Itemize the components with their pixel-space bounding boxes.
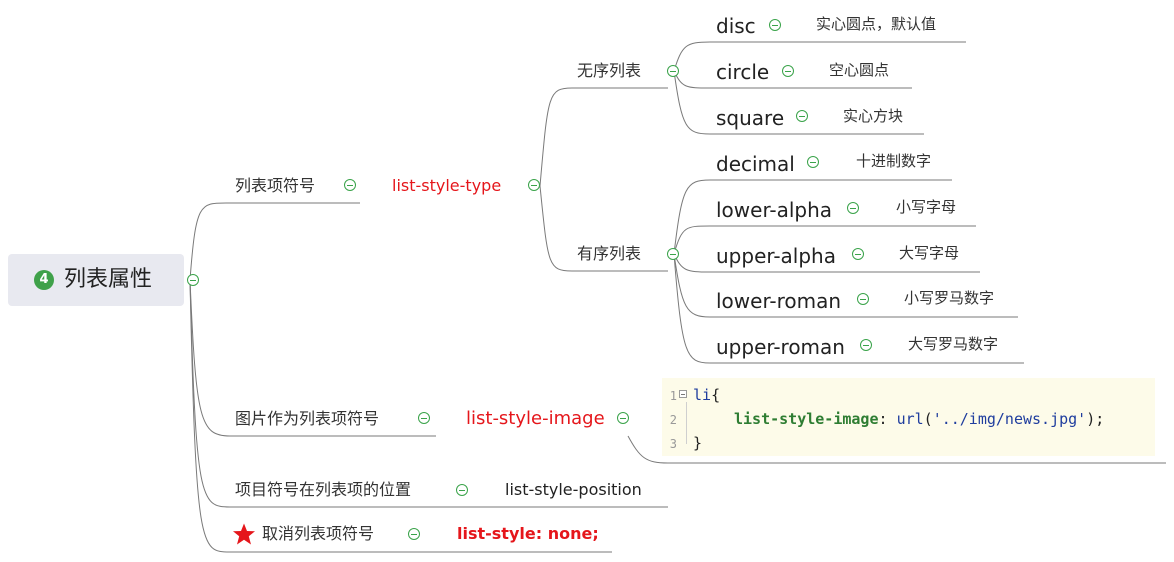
unordered-item-value: square [716, 106, 785, 130]
code-string: '../img/news.jpg' [932, 410, 1087, 428]
collapse-icon[interactable] [187, 274, 199, 286]
collapse-icon[interactable] [769, 19, 781, 31]
collapse-icon[interactable] [344, 179, 356, 191]
line-number: 3 [669, 437, 677, 451]
ordered-item-desc: 十进制数字 [856, 152, 932, 170]
code-paren-close: ); [1086, 410, 1105, 428]
collapse-icon[interactable] [852, 248, 864, 260]
ordered-item-desc: 小写字母 [896, 198, 957, 216]
collapse-icon[interactable] [796, 110, 808, 122]
collapse-icon[interactable] [782, 65, 794, 77]
ordered-item-desc: 大写字母 [899, 244, 960, 262]
branch-list-type-label: 列表项符号 [235, 176, 316, 195]
branch-list-image-label: 图片作为列表项符号 [235, 409, 380, 428]
line-number: 2 [669, 413, 677, 427]
code-fold-icon[interactable] [679, 390, 687, 398]
code-colon: : [878, 410, 897, 428]
collapse-icon[interactable] [857, 293, 869, 305]
collapse-icon[interactable] [418, 412, 430, 424]
line-number: 1 [669, 389, 677, 403]
star-icon [233, 523, 255, 545]
unordered-item-value: disc [716, 14, 756, 38]
code-function: url [896, 410, 924, 428]
collapse-icon[interactable] [456, 484, 468, 496]
branch-list-none-label: 取消列表项符号 [262, 524, 375, 543]
collapse-icon[interactable] [847, 202, 859, 214]
code-line-3: } [693, 436, 702, 451]
branch-list-type-property: list-style-type [392, 176, 502, 195]
root-number-badge: 4 [34, 270, 54, 290]
code-snippet: 1 2 3 li{ list-style-image: url('../img/… [662, 378, 1155, 456]
collapse-icon[interactable] [528, 179, 540, 191]
ordered-list-label: 有序列表 [577, 244, 642, 263]
root-title: 列表属性 [64, 267, 153, 292]
ordered-item-desc: 小写罗马数字 [904, 289, 995, 307]
code-gutter-guide [686, 402, 687, 444]
branch-list-none-property: list-style: none; [457, 524, 599, 543]
unordered-list-label: 无序列表 [577, 61, 642, 80]
ordered-item-desc: 大写罗马数字 [908, 335, 999, 353]
code-paren-open: ( [923, 410, 933, 428]
code-line-1: li{ [693, 388, 720, 403]
code-brace-open: { [711, 386, 721, 404]
branch-list-image-property: list-style-image [466, 408, 605, 429]
unordered-item-value: circle [716, 60, 770, 84]
code-property: list-style-image [734, 410, 879, 428]
collapse-icon[interactable] [667, 65, 679, 77]
ordered-item-value: upper-roman [716, 335, 845, 359]
unordered-item-desc: 实心方块 [843, 107, 904, 125]
collapse-icon[interactable] [667, 248, 679, 260]
collapse-icon[interactable] [807, 156, 819, 168]
unordered-item-desc: 空心圆点 [829, 61, 890, 79]
branch-list-position-property: list-style-position [505, 480, 642, 499]
ordered-item-value: upper-alpha [716, 244, 836, 268]
code-line-2: list-style-image: url('../img/news.jpg')… [734, 412, 1104, 427]
ordered-item-value: lower-roman [716, 289, 842, 313]
code-brace-close: } [693, 434, 703, 452]
collapse-icon[interactable] [860, 339, 872, 351]
ordered-item-value: lower-alpha [716, 198, 833, 222]
code-selector: li [693, 386, 712, 404]
unordered-item-desc: 实心圆点，默认值 [816, 15, 937, 33]
ordered-item-value: decimal [716, 152, 795, 176]
collapse-icon[interactable] [408, 528, 420, 540]
branch-list-position-label: 项目符号在列表项的位置 [235, 480, 412, 499]
collapse-icon[interactable] [617, 412, 629, 424]
